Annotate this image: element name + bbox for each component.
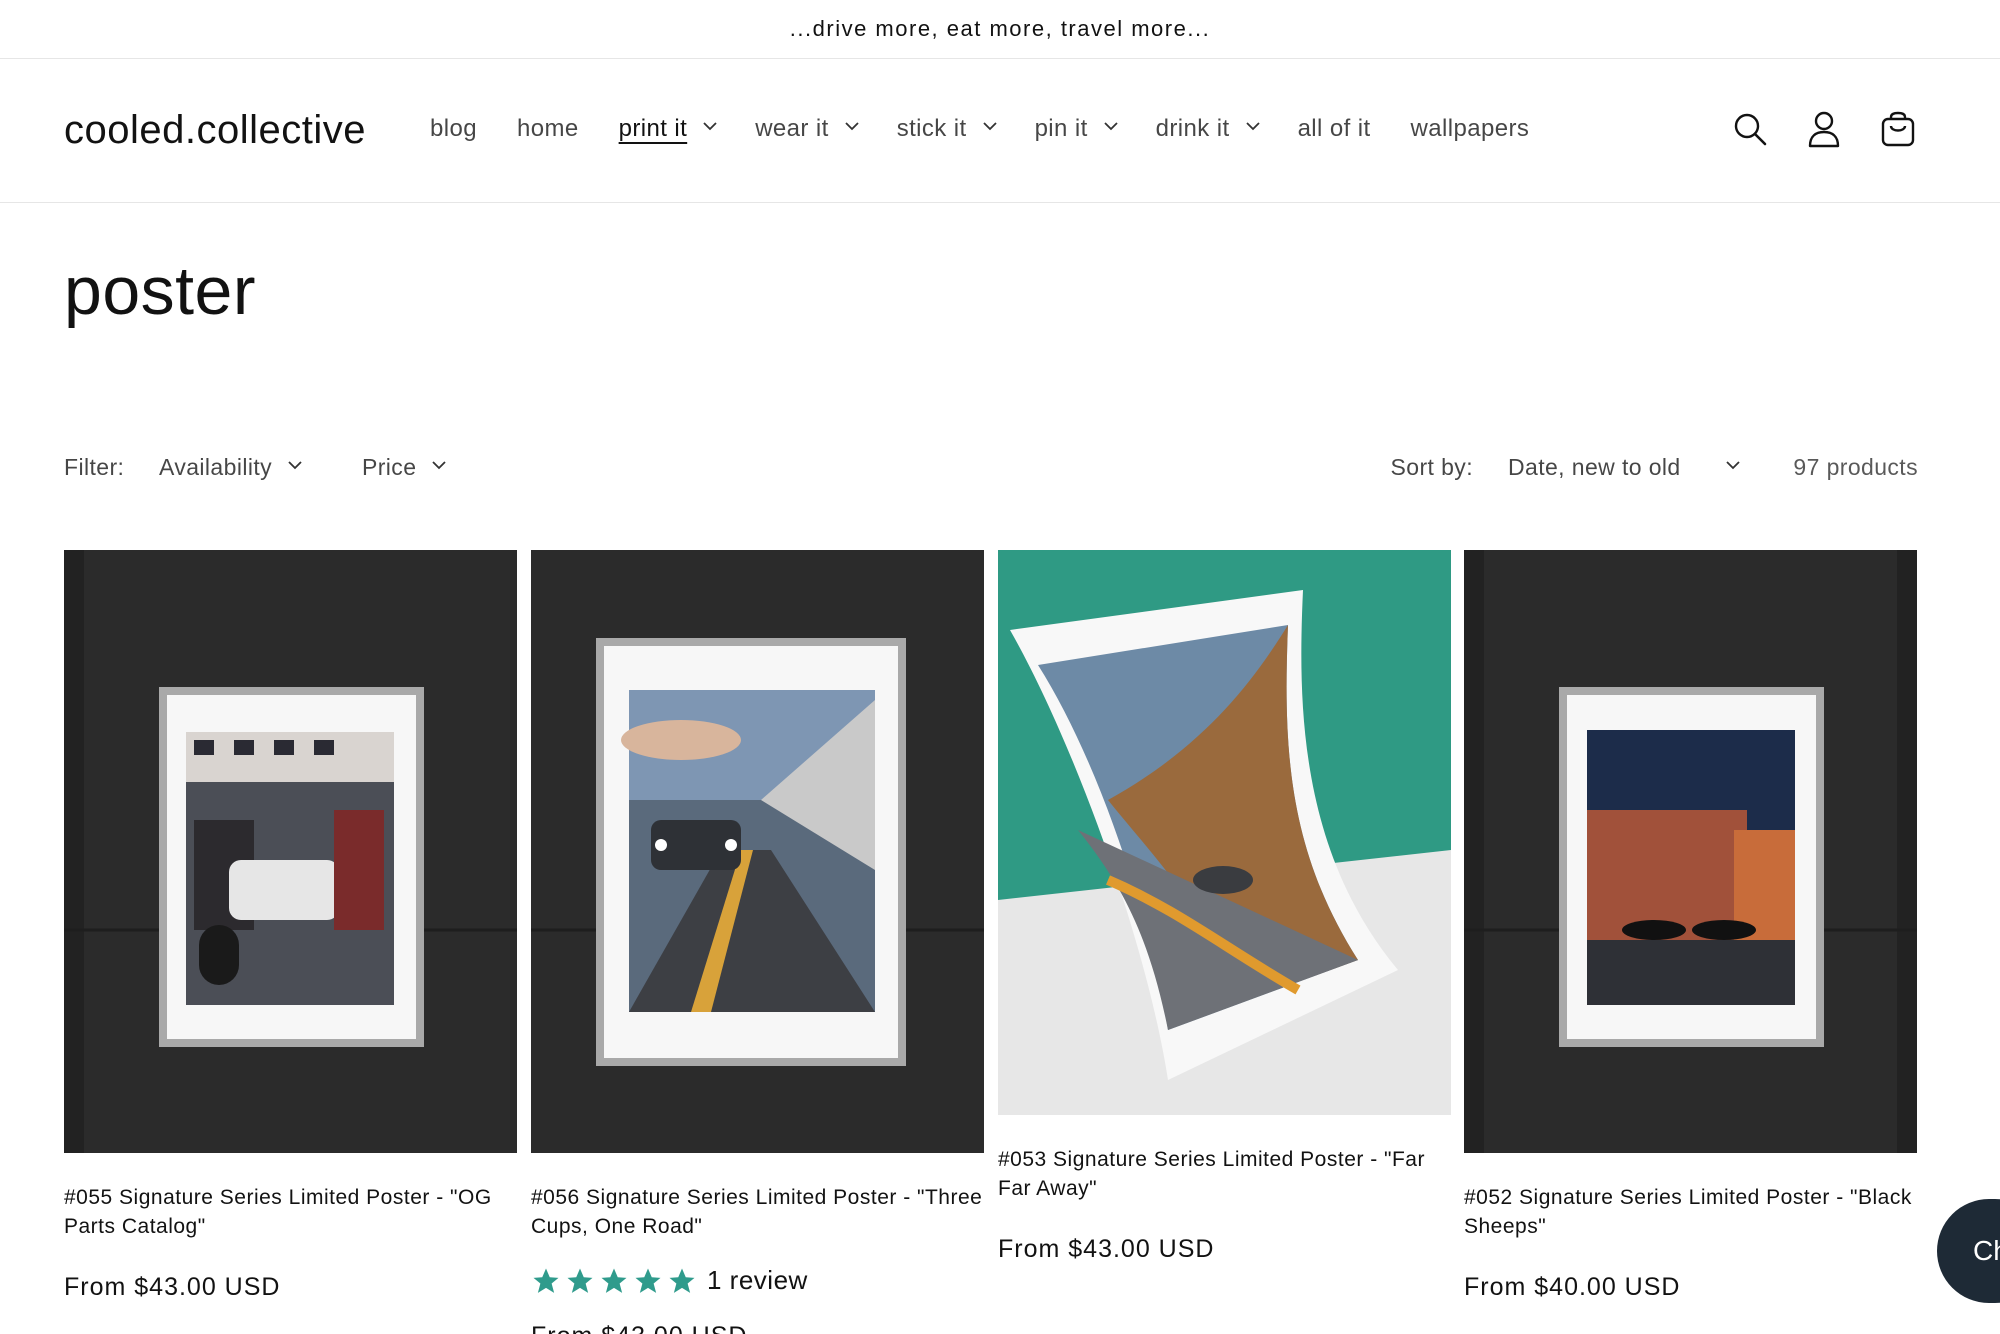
search-icon[interactable] [1728, 107, 1772, 151]
chevron-down-icon [288, 460, 302, 472]
product-title[interactable]: #056 Signature Series Limited Poster - "… [531, 1183, 984, 1241]
product-title[interactable]: #052 Signature Series Limited Poster - "… [1464, 1183, 1917, 1241]
announcement-text: ...drive more, eat more, travel more... [789, 16, 1211, 41]
filter-label: Filter: [64, 454, 125, 480]
nav-item-stick-it[interactable]: stick it [897, 115, 997, 143]
review-count[interactable]: 1 review [707, 1265, 808, 1296]
nav-item-drink-it[interactable]: drink it [1156, 115, 1260, 143]
chevron-down-icon [703, 121, 717, 133]
nav-item-home[interactable]: home [517, 115, 579, 143]
product-card[interactable]: #052 Signature Series Limited Poster - "… [1464, 550, 1917, 1302]
header-icons [1698, 107, 1920, 151]
product-card[interactable]: #055 Signature Series Limited Poster - "… [64, 550, 517, 1302]
chat-label: Ch [1973, 1235, 2000, 1266]
chevron-down-icon [432, 460, 447, 472]
nav-item-all-of-it[interactable]: all of it [1298, 115, 1371, 143]
star-icon [601, 1268, 627, 1293]
filter-bar: Filter: Availability Price Sort by: Date… [64, 454, 1918, 490]
product-card[interactable]: #056 Signature Series Limited Poster - "… [531, 550, 984, 1334]
product-price: From $43.00 USD [64, 1273, 281, 1301]
product-image[interactable] [531, 550, 984, 1153]
rating-stars [531, 1266, 701, 1296]
product-image[interactable] [1464, 550, 1917, 1153]
chevron-down-icon [1245, 121, 1260, 133]
sort-label: Sort by: [1390, 454, 1473, 480]
nav-item-wear-it[interactable]: wear it [755, 115, 859, 143]
nav-item-print-it[interactable]: print it [619, 115, 717, 143]
chevron-down-icon [1726, 460, 1740, 472]
star-icon [567, 1268, 593, 1293]
chat-button[interactable]: Ch [1937, 1199, 2000, 1303]
product-image[interactable] [64, 550, 517, 1153]
star-icon [635, 1268, 661, 1293]
site-logo[interactable]: cooled.collective [64, 108, 366, 153]
product-rating: 1 review [531, 1265, 984, 1296]
page-title: poster [64, 253, 256, 329]
product-title[interactable]: #053 Signature Series Limited Poster - "… [998, 1145, 1451, 1203]
chevron-down-icon [845, 121, 859, 133]
product-price: From $43.00 USD [531, 1322, 984, 1334]
availability-filter[interactable]: Availability [159, 454, 302, 481]
product-price: From $40.00 USD [1464, 1273, 1681, 1301]
sort-select[interactable]: Date, new to old [1508, 454, 1740, 481]
product-image[interactable] [998, 550, 1451, 1115]
star-icon [669, 1268, 695, 1293]
chevron-down-icon [1104, 121, 1118, 133]
price-filter[interactable]: Price [362, 454, 447, 481]
product-title[interactable]: #055 Signature Series Limited Poster - "… [64, 1183, 517, 1241]
announcement-bar: ...drive more, eat more, travel more... [0, 0, 2000, 59]
main-nav: blog home print it wear it stick it pin … [430, 115, 1569, 143]
product-price: From $43.00 USD [998, 1235, 1215, 1263]
nav-item-wallpapers[interactable]: wallpapers [1411, 115, 1530, 143]
nav-item-pin-it[interactable]: pin it [1035, 115, 1118, 143]
product-card[interactable]: #053 Signature Series Limited Poster - "… [998, 550, 1451, 1264]
product-count: 97 products [1793, 454, 1918, 480]
nav-item-blog[interactable]: blog [430, 115, 477, 143]
star-icon [533, 1268, 559, 1293]
chevron-down-icon [982, 121, 997, 133]
cart-icon[interactable] [1876, 107, 1920, 151]
account-icon[interactable] [1802, 107, 1846, 151]
site-header: cooled.collective blog home print it wea… [0, 60, 2000, 203]
